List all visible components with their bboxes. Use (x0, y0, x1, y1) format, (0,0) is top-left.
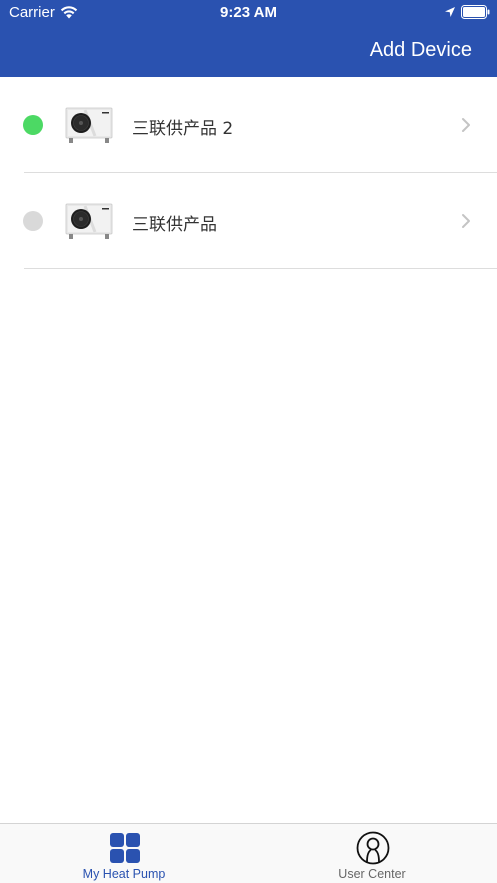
tab-my-heat-pump[interactable]: My Heat Pump (0, 824, 248, 883)
grid-icon (110, 833, 140, 863)
device-name: 三联供产品 2 (132, 119, 234, 139)
device-name: 三联供产品 (132, 215, 217, 235)
heat-pump-unit-image (65, 107, 113, 143)
status-indicator (23, 211, 43, 231)
device-list: 三联供产品 2 三联供产品 (0, 77, 497, 269)
battery-icon (461, 5, 490, 19)
tab-label: My Heat Pump (82, 867, 166, 881)
chevron-right-icon (462, 214, 470, 228)
tab-label: User Center (338, 867, 406, 881)
user-icon (356, 831, 390, 865)
tab-user-center[interactable]: User Center (248, 824, 496, 883)
tab-bar: My Heat Pump User Center (0, 823, 497, 883)
navigation-header: Carrier 9:23 AM Add Device (0, 0, 497, 77)
device-row[interactable]: 三联供产品 2 (0, 77, 497, 173)
chevron-right-icon (462, 118, 470, 132)
location-arrow-icon (445, 7, 455, 17)
device-row[interactable]: 三联供产品 (0, 173, 497, 269)
clock: 9:23 AM (220, 4, 277, 21)
heat-pump-unit-image (65, 203, 113, 239)
status-indicator (23, 115, 43, 135)
add-device-button[interactable]: Add Device (370, 39, 472, 62)
status-bar: Carrier 9:23 AM (0, 0, 497, 26)
divider (24, 268, 497, 269)
